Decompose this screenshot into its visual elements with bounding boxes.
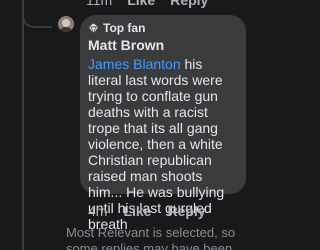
thread-line <box>22 0 24 250</box>
avatar[interactable] <box>58 16 74 32</box>
badge-label: Top fan <box>103 21 146 35</box>
mention-link[interactable]: James Blanton <box>88 56 181 72</box>
previous-comment-actions: 11m Like Reply <box>86 0 208 8</box>
previous-comment-time: 11m <box>86 0 113 8</box>
reply-button[interactable]: Reply <box>167 203 205 219</box>
top-fan-badge-icon <box>88 23 99 34</box>
top-fan-badge[interactable]: Top fan <box>88 21 238 35</box>
comment-time[interactable]: 4m <box>88 203 107 219</box>
comment-thread: 11m Like Reply Top fan Matt Brown James … <box>0 0 250 250</box>
comment-author[interactable]: Matt Brown <box>88 37 238 54</box>
thread-branch <box>22 14 52 28</box>
relevance-note: Most Relevant is selected, so some repli… <box>66 225 236 250</box>
previous-reply-button[interactable]: Reply <box>170 0 208 8</box>
like-button[interactable]: Like <box>123 203 151 219</box>
comment-bubble: Top fan Matt Brown James Blanton his lit… <box>80 15 246 232</box>
comment-actions: 4m Like Reply <box>88 203 206 219</box>
previous-like-button[interactable]: Like <box>127 0 155 8</box>
